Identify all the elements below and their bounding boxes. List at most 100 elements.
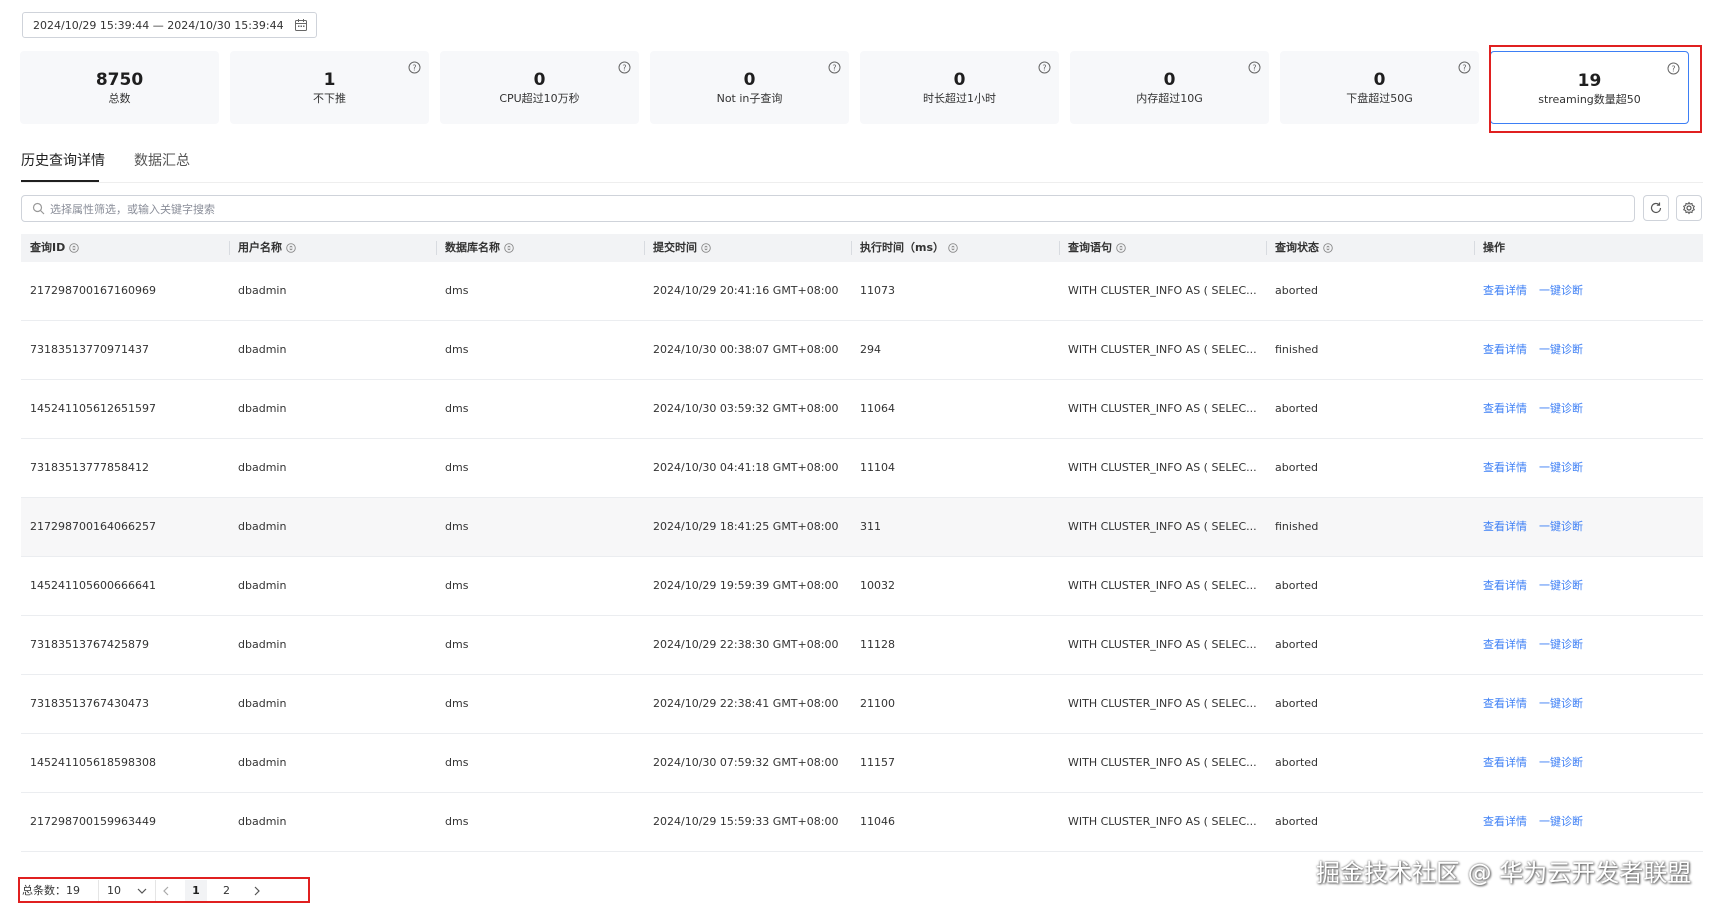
column-header-label: 查询状态 <box>1275 241 1319 254</box>
sort-icon[interactable] <box>701 243 711 253</box>
stat-card-duration-over[interactable]: 0 时长超过1小时? <box>860 51 1059 124</box>
sort-icon[interactable] <box>1323 243 1333 253</box>
view-details-link[interactable]: 查看详情 <box>1483 675 1527 733</box>
help-icon[interactable]: ? <box>828 61 841 74</box>
column-divider <box>1474 241 1475 255</box>
help-icon[interactable]: ? <box>1458 61 1471 74</box>
cell-submit-time: 2024/10/30 04:41:18 GMT+08:00 <box>653 461 839 474</box>
refresh-button[interactable] <box>1643 195 1669 221</box>
tab-query-history[interactable]: 历史查询详情 <box>21 150 105 172</box>
one-click-diagnose-link[interactable]: 一键诊断 <box>1539 439 1583 497</box>
cell-query-id: 145241105612651597 <box>30 402 156 415</box>
column-header-query-status[interactable]: 查询状态 <box>1275 234 1333 262</box>
cell-query-id: 73183513770971437 <box>30 343 149 356</box>
cell-user-name: dbadmin <box>238 756 287 769</box>
sort-icon[interactable] <box>286 243 296 253</box>
column-header-query-sql[interactable]: 查询语句 <box>1068 234 1126 262</box>
stat-cards: 8750 总数 1 不下推? 0 CPU超过10万秒? 0 Not in子查询? 0 时长超过1小… <box>20 51 1706 128</box>
stat-value: 0 <box>1373 70 1386 90</box>
stat-card-spill-over[interactable]: 0 下盘超过50G? <box>1280 51 1479 124</box>
column-divider <box>1266 241 1267 255</box>
view-details-link[interactable]: 查看详情 <box>1483 262 1527 320</box>
cell-database-name: dms <box>445 402 469 415</box>
column-divider <box>644 241 645 255</box>
stat-label: 内存超过10G <box>1136 92 1203 105</box>
calendar-icon[interactable] <box>294 18 308 32</box>
cell-query-id: 145241105618598308 <box>30 756 156 769</box>
svg-text:?: ? <box>1462 64 1466 73</box>
column-header-submit-time[interactable]: 提交时间 <box>653 234 711 262</box>
stat-value: 0 <box>953 70 966 90</box>
column-header-query-id[interactable]: 查询ID <box>30 234 79 262</box>
table-row[interactable]: 73183513767430473 dbadmin dms 2024/10/29 22… <box>21 675 1703 734</box>
view-details-link[interactable]: 查看详情 <box>1483 498 1527 556</box>
table-row[interactable]: 217298700159963449 dbadmin dms 2024/10/29 1… <box>21 793 1703 852</box>
column-header-label: 查询语句 <box>1068 241 1112 254</box>
cell-exec-time: 11046 <box>860 815 895 828</box>
column-divider <box>1059 241 1060 255</box>
view-details-link[interactable]: 查看详情 <box>1483 734 1527 792</box>
view-details-link[interactable]: 查看详情 <box>1483 793 1527 851</box>
table-row[interactable]: 73183513770971437 dbadmin dms 2024/10/30 00… <box>21 321 1703 380</box>
date-range-value: 2024/10/29 15:39:44 — 2024/10/30 15:39:4… <box>33 18 284 32</box>
cell-database-name: dms <box>445 520 469 533</box>
column-header-database-name[interactable]: 数据库名称 <box>445 234 514 262</box>
sort-icon[interactable] <box>948 243 958 253</box>
column-header-exec-time[interactable]: 执行时间（ms） <box>860 234 958 262</box>
one-click-diagnose-link[interactable]: 一键诊断 <box>1539 793 1583 851</box>
table-row[interactable]: 145241105618598308 dbadmin dms 2024/10/30 0… <box>21 734 1703 793</box>
cell-query-status: aborted <box>1275 638 1319 651</box>
help-icon[interactable]: ? <box>618 61 631 74</box>
stat-card-not-in-subquery[interactable]: 0 Not in子查询? <box>650 51 849 124</box>
cell-user-name: dbadmin <box>238 284 287 297</box>
stat-value: 1 <box>323 70 336 90</box>
stat-card-no-pushdown[interactable]: 1 不下推? <box>230 51 429 124</box>
one-click-diagnose-link[interactable]: 一键诊断 <box>1539 380 1583 438</box>
one-click-diagnose-link[interactable]: 一键诊断 <box>1539 734 1583 792</box>
view-details-link[interactable]: 查看详情 <box>1483 616 1527 674</box>
gear-icon <box>1682 201 1696 215</box>
cell-database-name: dms <box>445 579 469 592</box>
cell-exec-time: 294 <box>860 343 881 356</box>
table-row[interactable]: 217298700164066257 dbadmin dms 2024/10/29 1… <box>21 498 1703 557</box>
column-divider <box>436 241 437 255</box>
stat-card-memory-over[interactable]: 0 内存超过10G? <box>1070 51 1269 124</box>
view-details-link[interactable]: 查看详情 <box>1483 557 1527 615</box>
sort-icon[interactable] <box>504 243 514 253</box>
tab-data-summary[interactable]: 数据汇总 <box>134 150 190 172</box>
search-input[interactable]: 选择属性筛选，或输入关键字搜索 <box>21 195 1635 222</box>
table-row[interactable]: 73183513767425879 dbadmin dms 2024/10/29 22… <box>21 616 1703 675</box>
cell-database-name: dms <box>445 638 469 651</box>
view-details-link[interactable]: 查看详情 <box>1483 439 1527 497</box>
settings-button[interactable] <box>1676 195 1702 221</box>
one-click-diagnose-link[interactable]: 一键诊断 <box>1539 262 1583 320</box>
one-click-diagnose-link[interactable]: 一键诊断 <box>1539 616 1583 674</box>
sort-icon[interactable] <box>69 243 79 253</box>
cell-submit-time: 2024/10/30 07:59:32 GMT+08:00 <box>653 756 839 769</box>
help-icon[interactable]: ? <box>1248 61 1261 74</box>
stat-card-cpu-over[interactable]: 0 CPU超过10万秒? <box>440 51 639 124</box>
date-range-picker[interactable]: 2024/10/29 15:39:44 — 2024/10/30 15:39:4… <box>22 12 317 38</box>
cell-query-sql: WITH CLUSTER_INFO AS ( SELEC... <box>1068 284 1257 297</box>
table-body: 217298700167160969 dbadmin dms 2024/10/29 2… <box>21 262 1703 852</box>
cell-exec-time: 311 <box>860 520 881 533</box>
cell-user-name: dbadmin <box>238 638 287 651</box>
cell-query-sql: WITH CLUSTER_INFO AS ( SELEC... <box>1068 343 1257 356</box>
help-icon[interactable]: ? <box>408 61 421 74</box>
stat-card-total[interactable]: 8750 总数 <box>20 51 219 124</box>
help-icon[interactable]: ? <box>1038 61 1051 74</box>
sort-icon[interactable] <box>1116 243 1126 253</box>
one-click-diagnose-link[interactable]: 一键诊断 <box>1539 557 1583 615</box>
view-details-link[interactable]: 查看详情 <box>1483 380 1527 438</box>
svg-text:?: ? <box>412 64 416 73</box>
table-row[interactable]: 73183513777858412 dbadmin dms 2024/10/30 04… <box>21 439 1703 498</box>
table-row[interactable]: 217298700167160969 dbadmin dms 2024/10/29 2… <box>21 262 1703 321</box>
one-click-diagnose-link[interactable]: 一键诊断 <box>1539 675 1583 733</box>
one-click-diagnose-link[interactable]: 一键诊断 <box>1539 321 1583 379</box>
cell-user-name: dbadmin <box>238 520 287 533</box>
column-header-user-name[interactable]: 用户名称 <box>238 234 296 262</box>
view-details-link[interactable]: 查看详情 <box>1483 321 1527 379</box>
one-click-diagnose-link[interactable]: 一键诊断 <box>1539 498 1583 556</box>
table-row[interactable]: 145241105600666641 dbadmin dms 2024/10/29 1… <box>21 557 1703 616</box>
table-row[interactable]: 145241105612651597 dbadmin dms 2024/10/30 0… <box>21 380 1703 439</box>
